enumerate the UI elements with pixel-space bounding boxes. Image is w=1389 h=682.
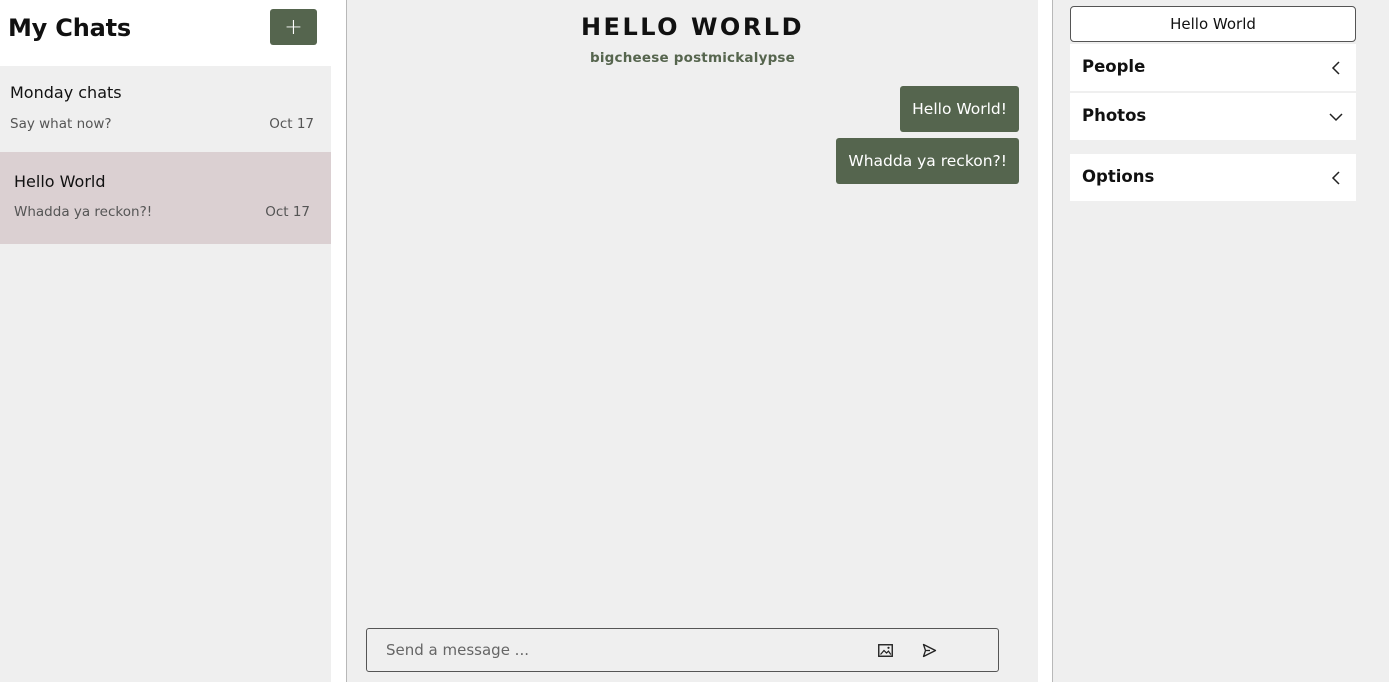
chat-participants: bigcheese postmickalypse [589, 50, 796, 66]
message-input[interactable] [368, 630, 848, 670]
chat-list-sidebar: My Chats + Monday chats Say what now? Oc… [0, 0, 331, 682]
chat-list-item-active[interactable]: Hello World Whadda ya reckon?! Oct 17 [0, 152, 331, 244]
chat-list-item[interactable]: Monday chats Say what now? Oct 17 [0, 66, 331, 156]
message-bubble: Hello World! [900, 86, 1019, 132]
message-composer [366, 628, 999, 672]
chat-name: Monday chats [10, 83, 122, 102]
chevron-down-icon [1329, 113, 1343, 122]
chat-title: HELLO WORLD [580, 13, 805, 41]
chat-date: Oct 17 [265, 204, 310, 220]
chevron-left-icon [1331, 171, 1340, 185]
message-bubble: Whadda ya reckon?! [836, 138, 1019, 184]
send-icon[interactable] [919, 640, 939, 660]
chat-date: Oct 17 [269, 116, 314, 132]
sidebar-header: My Chats + [0, 0, 331, 66]
section-label: People [1082, 57, 1146, 76]
photos-section[interactable]: Photos [1070, 93, 1356, 140]
section-label: Options [1082, 167, 1155, 186]
gutter [331, 0, 346, 682]
room-name-button[interactable]: Hello World [1070, 6, 1356, 42]
chat-preview: Say what now? [10, 116, 112, 132]
chat-panel: HELLO WORLD bigcheese postmickalypse Hel… [346, 0, 1038, 682]
options-section[interactable]: Options [1070, 154, 1356, 201]
chat-preview: Whadda ya reckon?! [14, 204, 153, 220]
image-icon[interactable] [875, 640, 895, 660]
new-chat-button[interactable]: + [270, 9, 317, 45]
gutter [1038, 0, 1052, 682]
sidebar-title: My Chats [8, 14, 131, 42]
details-panel: Hello World People Photos Options [1052, 0, 1389, 682]
section-label: Photos [1082, 106, 1147, 125]
chat-name: Hello World [14, 172, 106, 191]
people-section[interactable]: People [1070, 44, 1356, 91]
chevron-left-icon [1331, 61, 1340, 75]
